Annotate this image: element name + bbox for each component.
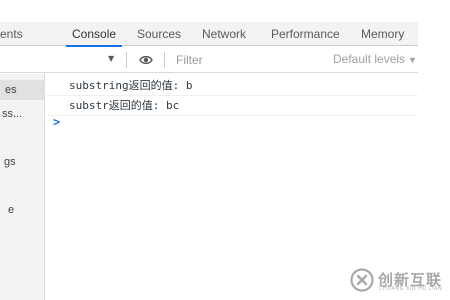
tab-console[interactable]: Console [65,22,123,47]
brand-logo-icon [350,268,374,292]
eye-icon[interactable] [139,54,153,66]
tab-memory[interactable]: Memory [361,22,404,46]
log-levels-label: Default levels [333,52,406,66]
sidebar-item-messages[interactable]: es [0,80,44,100]
toolbar-divider [164,52,165,68]
sidebar-item-verbose[interactable]: e [0,200,44,220]
log-levels-dropdown[interactable]: Default levels ▼ [333,52,417,66]
console-sidebar: es ss... gs e [0,74,45,300]
sidebar-item-user-messages[interactable]: ss... [0,104,44,124]
sidebar-item-warnings[interactable]: gs [0,152,44,172]
console-prompt[interactable]: > [46,114,418,132]
tab-elements[interactable]: ents [0,22,23,46]
chevron-down-icon: ▼ [408,55,417,65]
tab-network[interactable]: Network [202,22,246,46]
watermark-logo: 创新互联 CHUANG XIN HU LIAN [350,266,450,296]
console-message: substring返回的值: b [46,76,418,96]
context-dropdown-caret-icon[interactable]: ▼ [108,54,114,63]
console-message: substr返回的值: bc [46,96,418,116]
prompt-chevron-icon: > [53,115,61,129]
watermark-subtext: CHUANG XIN HU LIAN [379,286,443,292]
devtools-tab-bar: ents Console Sources Network Performance… [0,22,418,47]
toolbar-divider [126,52,127,68]
tab-performance[interactable]: Performance [271,22,340,46]
console-toolbar: ▼ Default levels▼ [0,47,418,73]
tab-sources[interactable]: Sources [137,22,181,46]
